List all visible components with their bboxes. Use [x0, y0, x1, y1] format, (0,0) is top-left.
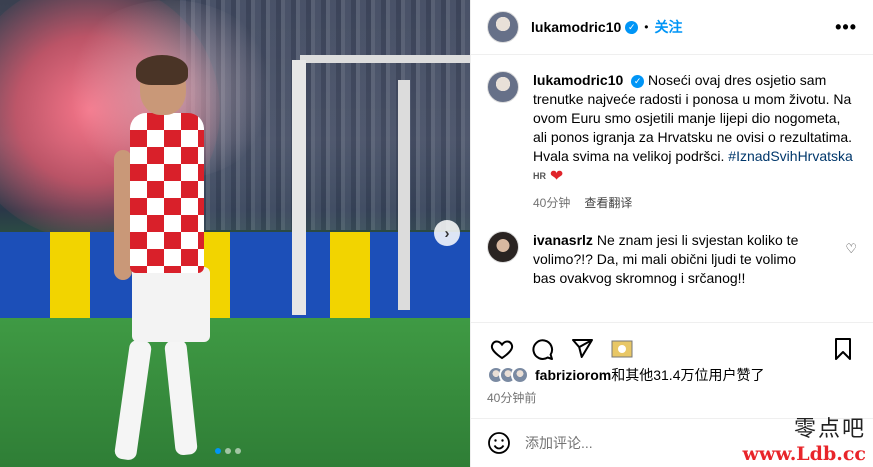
- goal-crossbar: [300, 55, 470, 63]
- caption: lukamodric10 ✓ Noseći ovaj dres osjetio …: [487, 71, 857, 211]
- comment-item: ivanasrlz Ne znam jesi li svjestan kolik…: [487, 230, 857, 288]
- verified-badge-icon: ✓: [625, 20, 639, 34]
- save-bookmark-icon[interactable]: [828, 334, 858, 364]
- likes-user[interactable]: fabriziorom: [535, 367, 611, 383]
- author-username[interactable]: lukamodric10: [531, 19, 621, 35]
- hashtag-link[interactable]: #IznadSvihHrvatska: [728, 148, 853, 164]
- avatar: [511, 366, 529, 384]
- instagram-post-viewer: › lukamodric10 ✓ • 关注 ••• lukamodric10 ✓: [0, 0, 873, 467]
- comment-bubble-icon[interactable]: [527, 334, 557, 364]
- post-photo[interactable]: ›: [0, 0, 470, 467]
- comment-text: ivanasrlz Ne znam jesi li svjestan kolik…: [533, 231, 803, 288]
- flag-label: HR: [533, 170, 546, 181]
- likes-summary[interactable]: fabriziorom 和其他31.4万位用户赞了: [487, 365, 764, 385]
- follow-button[interactable]: 关注: [654, 17, 682, 37]
- emoji-icon[interactable]: [487, 431, 511, 455]
- watermark: 零点吧 www.Ldb.cc: [743, 411, 866, 465]
- caption-time: 40分钟: [533, 195, 571, 210]
- more-options-icon[interactable]: •••: [835, 17, 857, 38]
- comment-input[interactable]: 添加评论...: [525, 433, 593, 453]
- translate-link[interactable]: 查看翻译: [584, 196, 632, 210]
- red-heart-icon: ❤: [549, 167, 564, 185]
- add-comment-bar: 添加评论... 零点吧 www.Ldb.cc: [471, 417, 873, 467]
- verified-badge-icon: ✓: [631, 74, 645, 88]
- carousel-dot: [225, 448, 231, 454]
- action-bar: [471, 322, 873, 370]
- player-shirt: [130, 113, 204, 273]
- watermark-line1: 零点吧: [793, 417, 866, 442]
- image-thumbnail-icon[interactable]: [607, 334, 637, 364]
- carousel-dot-active: [215, 448, 221, 454]
- carousel-dots: [215, 448, 241, 454]
- comments-area[interactable]: lukamodric10 ✓ Noseći ovaj dres osjetio …: [471, 55, 873, 322]
- likes-rest: 和其他31.4万位用户赞了: [611, 367, 765, 383]
- avatar[interactable]: [487, 71, 519, 103]
- carousel-dot: [235, 448, 241, 454]
- caption-text: lukamodric10 ✓ Noseći ovaj dres osjetio …: [533, 71, 857, 186]
- watermark-line2: www.Ldb.cc: [742, 443, 866, 465]
- player-leg-right: [164, 339, 198, 456]
- caption-username[interactable]: lukamodric10: [533, 72, 623, 88]
- comment-username[interactable]: ivanasrlz: [533, 232, 593, 248]
- goal-post-back: [398, 80, 410, 310]
- player-shorts: [132, 267, 210, 342]
- post-time: 40分钟前: [487, 391, 537, 405]
- goal-post: [292, 60, 306, 315]
- post-header: lukamodric10 ✓ • 关注 •••: [471, 0, 873, 55]
- chevron-right-icon[interactable]: ›: [434, 220, 460, 246]
- like-comment-heart-icon[interactable]: ♡: [845, 241, 857, 257]
- player-figure: [92, 55, 222, 465]
- player-hair: [136, 55, 188, 85]
- caption-meta: 40分钟 查看翻译: [533, 194, 857, 211]
- share-send-icon[interactable]: [567, 334, 597, 364]
- avatar[interactable]: [487, 230, 519, 263]
- post-side-panel: lukamodric10 ✓ • 关注 ••• lukamodric10 ✓ N…: [470, 0, 873, 467]
- avatar[interactable]: [487, 11, 519, 43]
- pitch-grass: [0, 318, 470, 467]
- separator-dot: •: [644, 20, 649, 34]
- player-leg-left: [113, 339, 153, 461]
- like-heart-icon[interactable]: [487, 334, 517, 364]
